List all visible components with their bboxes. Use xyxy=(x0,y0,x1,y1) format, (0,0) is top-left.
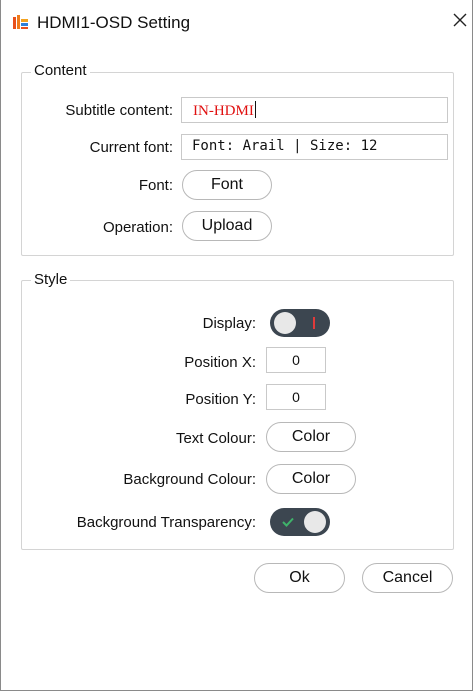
current-font-field: Font: Arail | Size: 12 xyxy=(181,134,448,160)
window-title: HDMI1-OSD Setting xyxy=(37,13,191,32)
ok-button[interactable]: Ok xyxy=(254,563,345,593)
display-toggle-knob xyxy=(274,312,296,334)
position-x-input[interactable]: 0 xyxy=(266,347,326,373)
position-x-label: Position X: xyxy=(184,354,256,371)
background-transparency-label: Background Transparency: xyxy=(76,514,256,531)
current-font-value: Font: Arail | Size: 12 xyxy=(192,138,378,154)
background-transparency-toggle[interactable] xyxy=(270,508,330,536)
operation-label: Operation: xyxy=(102,219,173,236)
toggle-off-icon xyxy=(313,317,315,329)
background-colour-button[interactable]: Color xyxy=(266,464,356,494)
title-bar[interactable]: HDMI1-OSD Setting xyxy=(1,0,472,44)
text-caret xyxy=(254,101,256,118)
current-font-label: Current font: xyxy=(89,139,173,156)
font-label: Font: xyxy=(138,177,173,194)
osd-setting-dialog: HDMI1-OSD Setting Content Subtitle conte… xyxy=(0,0,473,691)
subtitle-content-label: Subtitle content: xyxy=(65,102,173,119)
app-logo-icon xyxy=(13,15,28,29)
position-y-input[interactable]: 0 xyxy=(266,384,326,410)
subtitle-content-input[interactable]: IN-HDMI xyxy=(181,97,448,123)
background-transparency-knob xyxy=(304,511,326,533)
display-label: Display: xyxy=(202,315,256,332)
subtitle-content-value: IN-HDMI xyxy=(193,103,254,119)
text-colour-label: Text Colour: xyxy=(175,430,256,447)
upload-button[interactable]: Upload xyxy=(182,211,272,241)
checkmark-icon xyxy=(282,517,294,527)
background-colour-label: Background Colour: xyxy=(123,471,256,488)
cancel-button[interactable]: Cancel xyxy=(362,563,453,593)
display-toggle[interactable] xyxy=(270,309,330,337)
font-button[interactable]: Font xyxy=(182,170,272,200)
content-legend: Content xyxy=(31,62,90,79)
style-legend: Style xyxy=(31,271,71,288)
text-colour-button[interactable]: Color xyxy=(266,422,356,452)
close-icon[interactable] xyxy=(450,10,470,30)
position-y-label: Position Y: xyxy=(185,391,256,408)
